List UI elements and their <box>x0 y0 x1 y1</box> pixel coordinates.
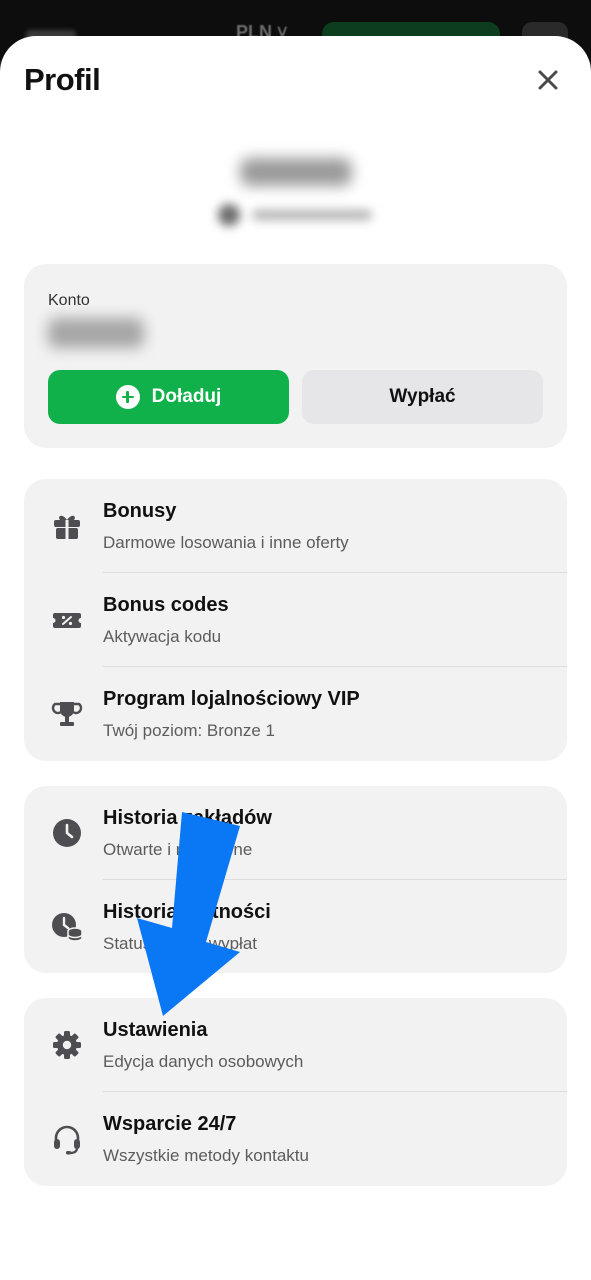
trophy-icon <box>50 697 84 731</box>
topup-button[interactable]: Doładuj <box>48 370 289 424</box>
menu-item-payment-history[interactable]: Historia płatności Status wpłat i wypłat <box>24 880 567 974</box>
username-redacted <box>240 158 352 186</box>
gift-icon <box>50 509 84 543</box>
menu-item-subtitle: Twój poziom: Bronze 1 <box>103 721 275 740</box>
topup-label: Doładuj <box>151 386 222 407</box>
menu-item-settings[interactable]: Ustawienia Edycja danych osobowych <box>24 998 567 1092</box>
menu-item-title: Bonusy <box>103 500 177 522</box>
account-card: Konto Doładuj Wypłać <box>24 264 567 448</box>
withdraw-button[interactable]: Wypłać <box>302 370 543 424</box>
page-title: Profil <box>24 62 101 97</box>
coupon-icon <box>50 603 84 637</box>
menu-item-subtitle: Status wpłat i wypłat <box>103 934 258 953</box>
menu-item-bonuses[interactable]: Bonusy Darmowe losowania i inne oferty <box>24 479 567 573</box>
menu-item-vip-program[interactable]: Program lojalnościowy VIP Twój poziom: B… <box>24 667 567 761</box>
menu-item-subtitle: Otwarte i rozliczone <box>103 840 253 859</box>
gear-icon <box>50 1028 84 1062</box>
profile-sheet: Profil Konto Doładuj Wypłać Bonusy Darmo… <box>0 36 591 1280</box>
menu-item-title: Wsparcie 24/7 <box>103 1113 237 1135</box>
menu-item-title: Program lojalnościowy VIP <box>103 688 360 710</box>
menu-group-account: Ustawienia Edycja danych osobowych Wspar… <box>24 998 567 1186</box>
menu-item-title: Historia zakładów <box>103 807 272 829</box>
payment-history-icon <box>50 910 84 944</box>
menu-item-title: Historia płatności <box>103 901 271 923</box>
plus-circle-icon <box>115 385 140 409</box>
menu-item-bonus-codes[interactable]: Bonus codes Aktywacja kodu <box>24 573 567 667</box>
menu-group-offers: Bonusy Darmowe losowania i inne oferty B… <box>24 479 567 761</box>
menu-item-title: Ustawienia <box>103 1019 208 1041</box>
menu-item-support[interactable]: Wsparcie 24/7 Wszystkie metody kontaktu <box>24 1092 567 1186</box>
close-icon[interactable] <box>532 64 564 96</box>
headset-icon <box>50 1122 84 1156</box>
menu-item-subtitle: Aktywacja kodu <box>103 627 222 646</box>
menu-item-bet-history[interactable]: Historia zakładów Otwarte i rozliczone <box>24 786 567 880</box>
menu-item-subtitle: Wszystkie metody kontaktu <box>103 1146 309 1165</box>
menu-item-title: Bonus codes <box>103 594 229 616</box>
account-balance-redacted <box>48 318 144 348</box>
menu-item-subtitle: Darmowe losowania i inne oferty <box>103 533 349 552</box>
user-id-redacted <box>214 202 374 226</box>
menu-group-history: Historia zakładów Otwarte i rozliczone H… <box>24 786 567 973</box>
menu-item-subtitle: Edycja danych osobowych <box>103 1052 304 1071</box>
withdraw-label: Wypłać <box>389 386 456 407</box>
clock-icon <box>50 816 84 850</box>
account-label: Konto <box>48 292 90 309</box>
